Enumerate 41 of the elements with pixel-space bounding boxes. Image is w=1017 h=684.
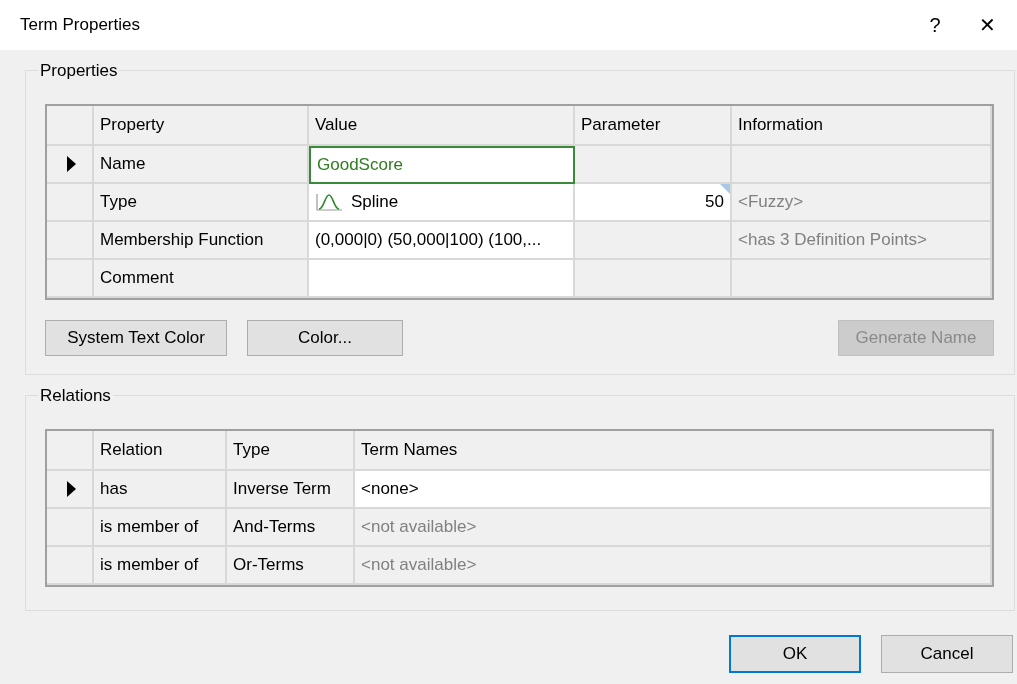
close-button[interactable]: ✕ bbox=[965, 5, 1009, 45]
table-cell[interactable]: 50 bbox=[575, 184, 732, 222]
table-cell: <not available> bbox=[355, 547, 992, 585]
action-button[interactable]: System Text Color bbox=[45, 320, 227, 356]
current-row-icon bbox=[67, 156, 76, 172]
table-cell: <has 3 Definition Points> bbox=[732, 222, 992, 260]
table-cell: Membership Function bbox=[94, 222, 309, 260]
current-row-icon bbox=[67, 481, 76, 497]
table-cell[interactable]: Spline bbox=[309, 184, 575, 222]
table-cell: <not available> bbox=[355, 509, 992, 547]
table-cell: <Fuzzy> bbox=[732, 184, 992, 222]
column-header: Value bbox=[309, 106, 575, 146]
window-title: Term Properties bbox=[20, 15, 141, 35]
help-button[interactable]: ? bbox=[913, 5, 957, 45]
cell-text: Spline bbox=[351, 192, 399, 212]
table-cell[interactable]: (0,000|0) (50,000|100) (100,... bbox=[309, 222, 575, 260]
table-cell: is member of bbox=[94, 547, 227, 585]
table-cell[interactable]: GoodScore bbox=[309, 146, 575, 184]
table-cell: Inverse Term bbox=[227, 471, 355, 509]
table-cell: Name bbox=[94, 146, 309, 184]
table-cell: And-Terms bbox=[227, 509, 355, 547]
table-cell[interactable] bbox=[309, 260, 575, 298]
column-header: Term Names bbox=[355, 431, 992, 471]
table-cell: is member of bbox=[94, 509, 227, 547]
row-header[interactable] bbox=[47, 146, 94, 184]
table-cell: has bbox=[94, 471, 227, 509]
dialog-button[interactable]: Cancel bbox=[881, 635, 1013, 673]
table-cell: Or-Terms bbox=[227, 547, 355, 585]
group-title: Properties bbox=[38, 61, 120, 81]
action-button[interactable]: Color... bbox=[247, 320, 403, 356]
column-header: Parameter bbox=[575, 106, 732, 146]
table-cell: Type bbox=[94, 184, 309, 222]
column-header: Information bbox=[732, 106, 992, 146]
table-cell[interactable]: <none> bbox=[355, 471, 992, 509]
column-header: Relation bbox=[94, 431, 227, 471]
bell-curve-icon bbox=[315, 192, 343, 212]
table-cell: Comment bbox=[94, 260, 309, 298]
dialog-button[interactable]: OK bbox=[729, 635, 861, 673]
column-header: Property bbox=[94, 106, 309, 146]
row-header[interactable] bbox=[47, 471, 94, 509]
column-header: Type bbox=[227, 431, 355, 471]
